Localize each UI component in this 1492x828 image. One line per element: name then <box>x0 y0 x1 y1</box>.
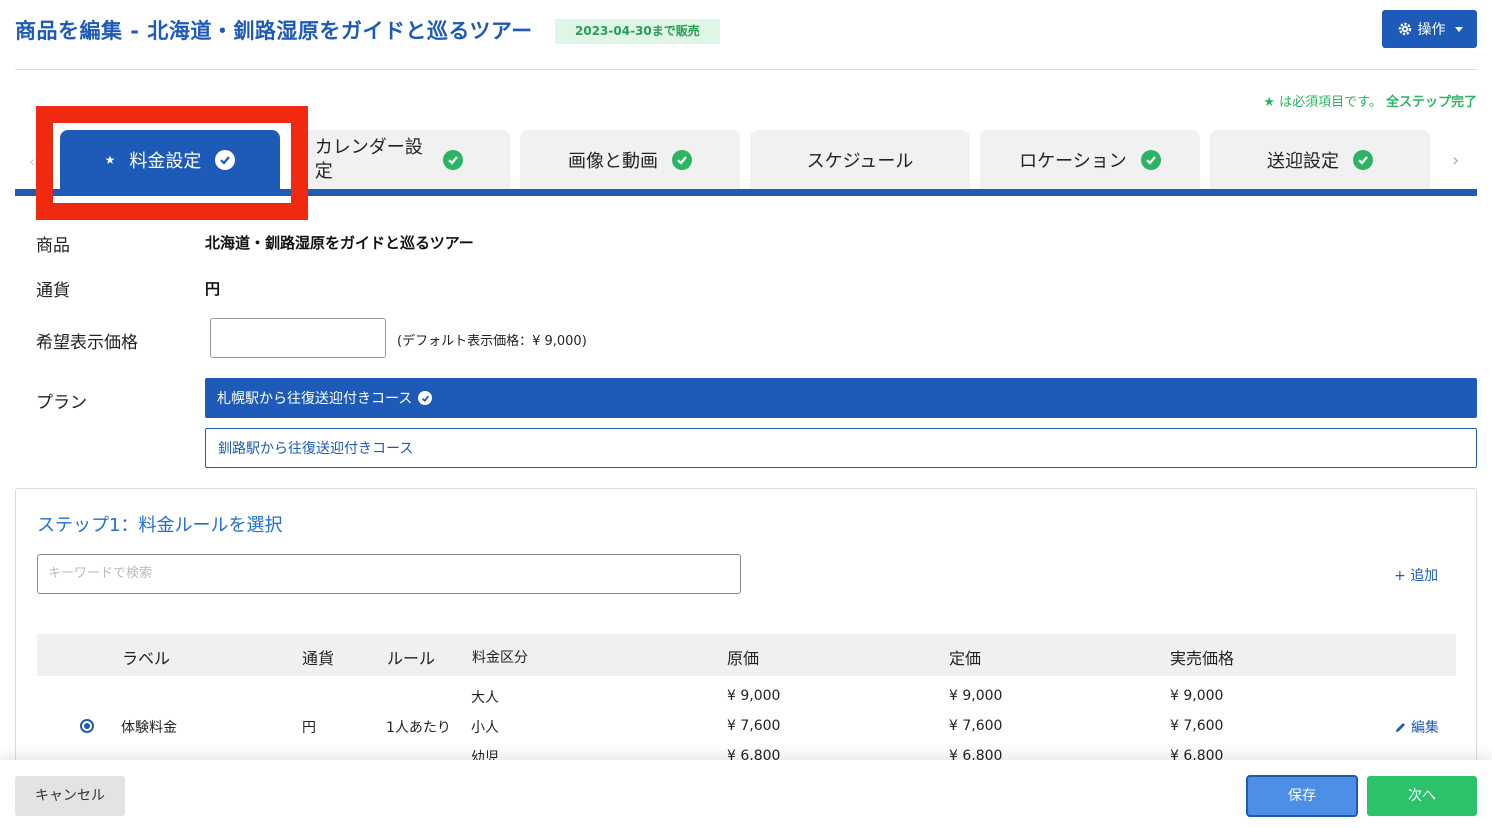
sale-price-value: ¥ 9,000 <box>1170 688 1224 704</box>
list-price-value: ¥ 9,000 <box>949 688 1003 704</box>
table-header: ラベル 通貨 ルール 料金区分 原価 定価 実売価格 <box>37 634 1456 676</box>
footer-bar: キャンセル 保存 次へ <box>0 760 1492 828</box>
product-value: 北海道・釧路湿原をガイドと巡るツアー <box>205 234 474 252</box>
currency-label: 通貨 <box>36 281 70 301</box>
currency-value: 円 <box>205 280 221 298</box>
tab-transfer[interactable]: 送迎設定 <box>1210 130 1430 189</box>
tab-label: ロケーション <box>1019 150 1127 172</box>
check-circle-icon <box>442 149 463 170</box>
check-circle-icon <box>672 149 692 170</box>
price-category: 小人 <box>471 720 499 736</box>
cost-value: ¥ 7,600 <box>727 718 781 734</box>
check-circle-icon <box>1140 149 1161 170</box>
chevron-right-icon[interactable]: › <box>1452 150 1459 171</box>
required-star-icon: ★ <box>1263 95 1275 110</box>
chevron-left-icon[interactable]: ‹ <box>29 152 35 171</box>
gear-icon <box>1398 22 1411 36</box>
sale-period-badge: 2023-04-30まで販売 <box>555 19 720 44</box>
save-button[interactable]: 保存 <box>1246 775 1358 817</box>
caret-down-icon <box>1454 26 1463 32</box>
next-button[interactable]: 次へ <box>1367 776 1477 816</box>
tab-label: カレンダー設定 <box>314 136 423 182</box>
page-title: 商品を編集 - 北海道・釧路湿原をガイドと巡るツアー <box>15 19 533 43</box>
required-note-text: は必須項目です。 <box>1275 95 1382 110</box>
tab-calendar[interactable]: ★ カレンダー設定 <box>290 130 510 189</box>
rule-type: 1人あたり <box>386 720 451 736</box>
tab-location[interactable]: ロケーション <box>980 130 1200 189</box>
rule-label: 体験料金 <box>121 720 177 736</box>
cost-value: ¥ 9,000 <box>727 688 781 704</box>
sale-price-value: ¥ 7,600 <box>1170 718 1224 734</box>
column-header-cost: 原価 <box>727 649 760 668</box>
check-circle-icon <box>418 391 433 405</box>
plus-icon: + <box>1394 568 1406 584</box>
price-category: 大人 <box>471 690 499 706</box>
rule-currency: 円 <box>302 720 316 736</box>
list-price-value: ¥ 7,600 <box>949 718 1003 734</box>
column-header-sale-price: 実売価格 <box>1170 649 1235 668</box>
edit-rule-button[interactable]: 編集 <box>1394 717 1439 737</box>
page-header: 商品を編集 - 北海道・釧路湿原をガイドと巡るツアー 2023-04-30まで販… <box>15 0 1477 70</box>
edit-rule-label: 編集 <box>1411 720 1439 736</box>
add-rule-button[interactable]: + 追加 <box>1394 565 1438 585</box>
tab-label: スケジュール <box>806 150 914 172</box>
product-label: 商品 <box>36 236 70 256</box>
tab-media[interactable]: 画像と動画 <box>520 130 740 189</box>
pricing-rule-panel: ステップ1：料金ルールを選択 キーワードで検索 + 追加 ラベル 通貨 ルール … <box>15 488 1477 788</box>
required-note: ★ は必須項目です。 全ステップ完了 <box>1263 91 1477 110</box>
highlight-box <box>36 106 308 220</box>
operations-button[interactable]: 操作 <box>1382 10 1477 48</box>
all-steps-complete: 全ステップ完了 <box>1385 95 1477 110</box>
column-header-currency: 通貨 <box>302 649 335 668</box>
pencil-icon <box>1396 722 1405 732</box>
default-price-hint: (デフォルト表示価格：¥ 9,000) <box>397 334 587 349</box>
cancel-button[interactable]: キャンセル <box>15 776 125 816</box>
plan-option-label: 札幌駅から往復送迎付きコース <box>217 391 413 407</box>
add-rule-label: 追加 <box>1410 568 1439 584</box>
plan-option-sapporo[interactable]: 札幌駅から往復送迎付きコース <box>205 378 1477 418</box>
column-header-category: 料金区分 <box>472 650 528 666</box>
column-header-list-price: 定価 <box>949 649 982 668</box>
step1-title: ステップ1：料金ルールを選択 <box>37 515 283 536</box>
tab-schedule[interactable]: スケジュール <box>750 130 970 189</box>
column-header-rule: ルール <box>387 649 436 668</box>
column-header-label: ラベル <box>122 649 171 668</box>
display-price-input[interactable] <box>210 318 386 358</box>
operations-button-label: 操作 <box>1417 22 1446 38</box>
rule-select-radio[interactable] <box>80 719 94 733</box>
display-price-label: 希望表示価格 <box>36 333 138 353</box>
keyword-search-input[interactable]: キーワードで検索 <box>37 554 741 594</box>
plan-label: プラン <box>36 393 87 413</box>
tab-label: 画像と動画 <box>568 150 658 172</box>
plan-option-label: 釧路駅から往復送迎付きコース <box>218 441 414 457</box>
check-circle-icon <box>1353 149 1373 170</box>
plan-option-kushiro[interactable]: 釧路駅から往復送迎付きコース <box>205 428 1477 468</box>
tab-label: 送迎設定 <box>1267 150 1339 172</box>
